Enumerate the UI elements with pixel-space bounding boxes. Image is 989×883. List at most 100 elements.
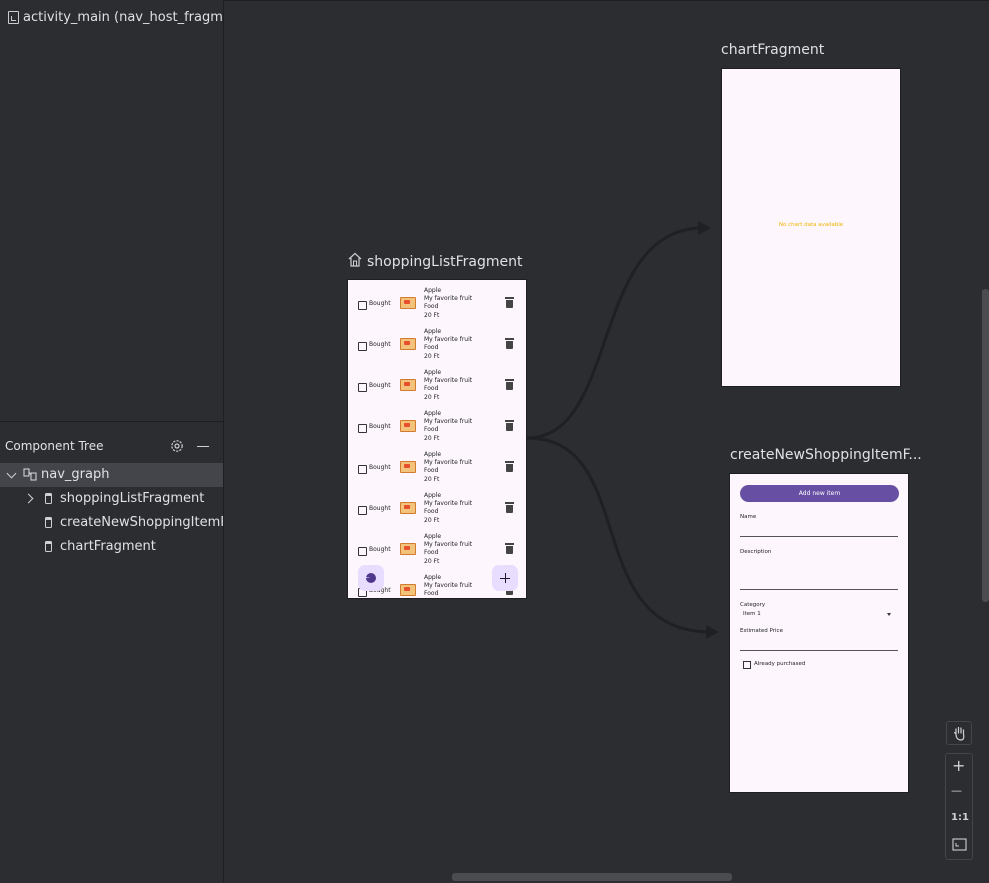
item-details: AppleMy favorite fruitFood20 Ft bbox=[424, 369, 472, 402]
item-category: Food bbox=[424, 467, 439, 475]
bought-checkbox[interactable] bbox=[358, 465, 367, 474]
item-category: Food bbox=[424, 344, 439, 352]
item-name: Apple bbox=[424, 410, 442, 417]
item-description: My favorite fruit bbox=[424, 295, 473, 303]
item-price: 20 Ft bbox=[424, 475, 440, 483]
item-name: Apple bbox=[424, 574, 442, 581]
bought-checkbox[interactable] bbox=[358, 383, 367, 392]
zoom-to-fit-icon[interactable] bbox=[952, 838, 967, 851]
food-icon bbox=[400, 420, 416, 432]
list-item[interactable]: Bought AppleMy favorite fruitFood20 Ft bbox=[348, 325, 526, 366]
item-category: Food bbox=[424, 385, 439, 393]
chart-fragment-title[interactable]: chartFragment bbox=[721, 42, 824, 58]
hand-icon bbox=[953, 726, 965, 741]
list-item[interactable]: Bought AppleMy favorite fruitFood20 Ft bbox=[348, 448, 526, 489]
item-category: Food bbox=[424, 549, 439, 557]
already-purchased-checkbox[interactable] bbox=[743, 661, 751, 669]
item-name: Apple bbox=[424, 451, 442, 458]
item-description: My favorite fruit bbox=[424, 541, 473, 549]
item-name: Apple bbox=[424, 369, 442, 376]
item-description: My favorite fruit bbox=[424, 459, 473, 467]
action-arrow-to-chart[interactable] bbox=[526, 226, 704, 440]
bought-checkbox[interactable] bbox=[358, 342, 367, 351]
item-description: My favorite fruit bbox=[424, 336, 473, 344]
list-item[interactable]: Bought AppleMy favorite fruitFood20 Ft bbox=[348, 284, 526, 325]
list-item[interactable]: Bought AppleMy favorite fruitFood20 Ft bbox=[348, 366, 526, 407]
delete-icon[interactable] bbox=[505, 420, 514, 431]
create-fragment-screen[interactable]: Add new item Name Description Category I… bbox=[729, 473, 909, 793]
item-name: Apple bbox=[424, 287, 442, 294]
item-description: My favorite fruit bbox=[424, 418, 473, 426]
delete-icon[interactable] bbox=[505, 502, 514, 513]
item-category: Food bbox=[424, 303, 439, 311]
add-fab-button[interactable] bbox=[492, 565, 518, 591]
chart-fab-button[interactable] bbox=[358, 565, 384, 591]
delete-icon[interactable] bbox=[505, 461, 514, 472]
bought-label: Bought bbox=[369, 382, 391, 389]
arrow-head-icon bbox=[698, 221, 711, 235]
item-category: Food bbox=[424, 426, 439, 434]
arrow-head-icon bbox=[706, 625, 719, 639]
already-purchased-label: Already purchased bbox=[754, 661, 806, 667]
shopping-fragment-screen[interactable]: Bought Apple My favorite fruit Food 20 Ft Bou… bbox=[347, 279, 527, 599]
food-icon bbox=[400, 502, 416, 514]
name-input[interactable] bbox=[740, 536, 898, 537]
item-details: AppleMy favorite fruitFood20 Ft bbox=[424, 451, 472, 484]
actual-size-button[interactable]: 1:1 bbox=[951, 812, 969, 823]
horizontal-scrollbar[interactable] bbox=[452, 873, 732, 881]
item-details: AppleMy favorite fruitFood20 Ft bbox=[424, 328, 472, 361]
bought-label: Bought bbox=[369, 464, 391, 471]
item-details: AppleMy favorite fruitFood20 Ft bbox=[424, 533, 472, 566]
item-price: 20 Ft bbox=[424, 434, 440, 442]
delete-icon[interactable] bbox=[505, 543, 514, 554]
delete-icon[interactable] bbox=[505, 379, 514, 390]
price-input[interactable] bbox=[740, 650, 898, 651]
item-price: 20 Ft bbox=[424, 393, 440, 401]
category-select[interactable]: Item 1 bbox=[743, 611, 761, 617]
item-description: My favorite fruit bbox=[424, 377, 473, 385]
bought-checkbox[interactable] bbox=[358, 547, 367, 556]
chart-fragment-screen[interactable]: No chart data available bbox=[721, 68, 901, 387]
item-category: Food bbox=[424, 590, 439, 598]
food-icon bbox=[400, 379, 416, 391]
delete-icon[interactable] bbox=[505, 338, 514, 349]
dropdown-arrow-icon[interactable] bbox=[887, 613, 891, 616]
pan-tool-button[interactable] bbox=[946, 721, 972, 745]
bought-checkbox[interactable] bbox=[358, 506, 367, 515]
item-details: AppleMy favorite fruitFood20 Ft bbox=[424, 492, 472, 525]
action-arrow-to-create[interactable] bbox=[526, 436, 712, 634]
category-label: Category bbox=[740, 602, 766, 608]
item-name: Apple bbox=[424, 533, 442, 540]
item-price: 20 Ft bbox=[424, 311, 440, 319]
delete-icon[interactable] bbox=[505, 297, 514, 308]
vertical-scrollbar[interactable] bbox=[982, 289, 989, 602]
item-name: Apple bbox=[424, 492, 442, 499]
item-details: AppleMy favorite fruitFood20 Ft bbox=[424, 574, 473, 598]
shopping-fragment-title[interactable]: shoppingListFragment bbox=[367, 254, 523, 270]
list-item[interactable]: Bought AppleMy favorite fruitFood20 Ft bbox=[348, 407, 526, 448]
description-input[interactable] bbox=[740, 589, 898, 590]
item-description: My favorite fruit bbox=[424, 500, 473, 508]
empty-chart-text: No chart data available bbox=[778, 222, 844, 228]
add-new-item-button[interactable]: Add new item bbox=[740, 485, 899, 502]
item-description: My favorite fruit bbox=[424, 582, 473, 590]
item-price: 20 Ft bbox=[424, 516, 440, 524]
create-fragment-title[interactable]: createNewShoppingItemF... bbox=[730, 447, 922, 463]
bought-label: Bought bbox=[369, 300, 391, 307]
zoom-out-button[interactable]: — bbox=[951, 784, 962, 797]
food-icon bbox=[400, 461, 416, 473]
item-details: AppleMy favorite fruitFood20 Ft bbox=[424, 410, 472, 443]
zoom-tools: + — 1:1 bbox=[945, 753, 973, 860]
bought-checkbox[interactable] bbox=[358, 424, 367, 433]
item-name: Apple bbox=[424, 328, 442, 335]
item-category: Food bbox=[424, 508, 439, 516]
zoom-in-button[interactable]: + bbox=[952, 756, 965, 775]
list-item[interactable]: Bought AppleMy favorite fruitFood20 Ft bbox=[348, 489, 526, 530]
bought-label: Bought bbox=[369, 505, 391, 512]
price-label: Estimated Price bbox=[740, 628, 783, 634]
item-price: 20 Ft bbox=[424, 557, 440, 565]
bought-label: Bought bbox=[369, 341, 391, 348]
bought-label: Bought bbox=[369, 546, 391, 553]
item-price: 20 Ft bbox=[424, 352, 440, 360]
bought-checkbox[interactable] bbox=[358, 301, 367, 310]
